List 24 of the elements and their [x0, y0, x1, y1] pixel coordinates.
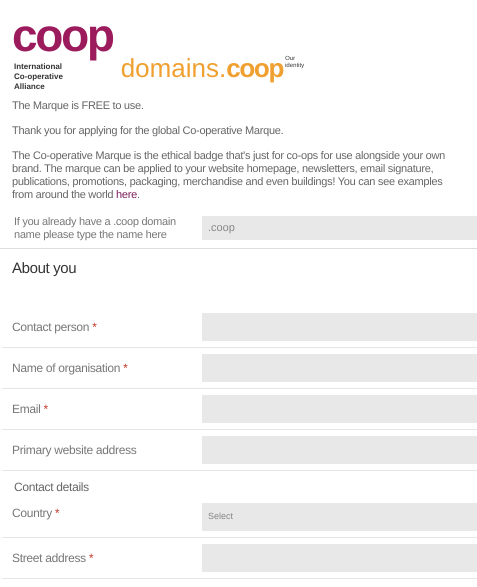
subsection-title: Contact details [14, 480, 89, 494]
here-link[interactable]: here [116, 189, 137, 201]
intro-paragraph: The Co-operative Marque is the ethical badge that's just for co-ops for use alongside your own brand. The marque can be applied to your website homepage, newsletters, email signature, publications, promotions, packaging, merchandise and even buildings! You can see examples from around the world here. [12, 150, 446, 202]
field-label: Name of organisation [12, 361, 120, 375]
required-mark: * [123, 361, 128, 375]
coop-logo: coop [12, 8, 113, 62]
field-label: Country [12, 506, 52, 520]
domain-field[interactable]: .coop [202, 216, 477, 240]
section-title: About you [12, 260, 76, 277]
required-mark: * [44, 402, 48, 416]
field-label: Primary website address [12, 443, 136, 457]
domains-logo: domains.coop [120, 54, 284, 82]
alliance-name: Alliance [14, 82, 46, 92]
required-mark: * [54, 506, 60, 520]
alliance-name: International [14, 62, 64, 72]
field-label: Email [12, 402, 41, 416]
field-label: Contact person [12, 320, 90, 334]
intro-paragraph: Thank you for applying for the global Co-operative Marque. [12, 125, 284, 138]
required-mark: * [92, 320, 97, 334]
alliance-name: Co-operative [14, 72, 64, 82]
required-mark: * [88, 551, 94, 565]
intro-paragraph: The Marque is FREE to use. [12, 100, 145, 113]
field-label: Street address [12, 551, 86, 565]
domain-label: If you already have a .coop domain name please type the name here [14, 216, 177, 242]
